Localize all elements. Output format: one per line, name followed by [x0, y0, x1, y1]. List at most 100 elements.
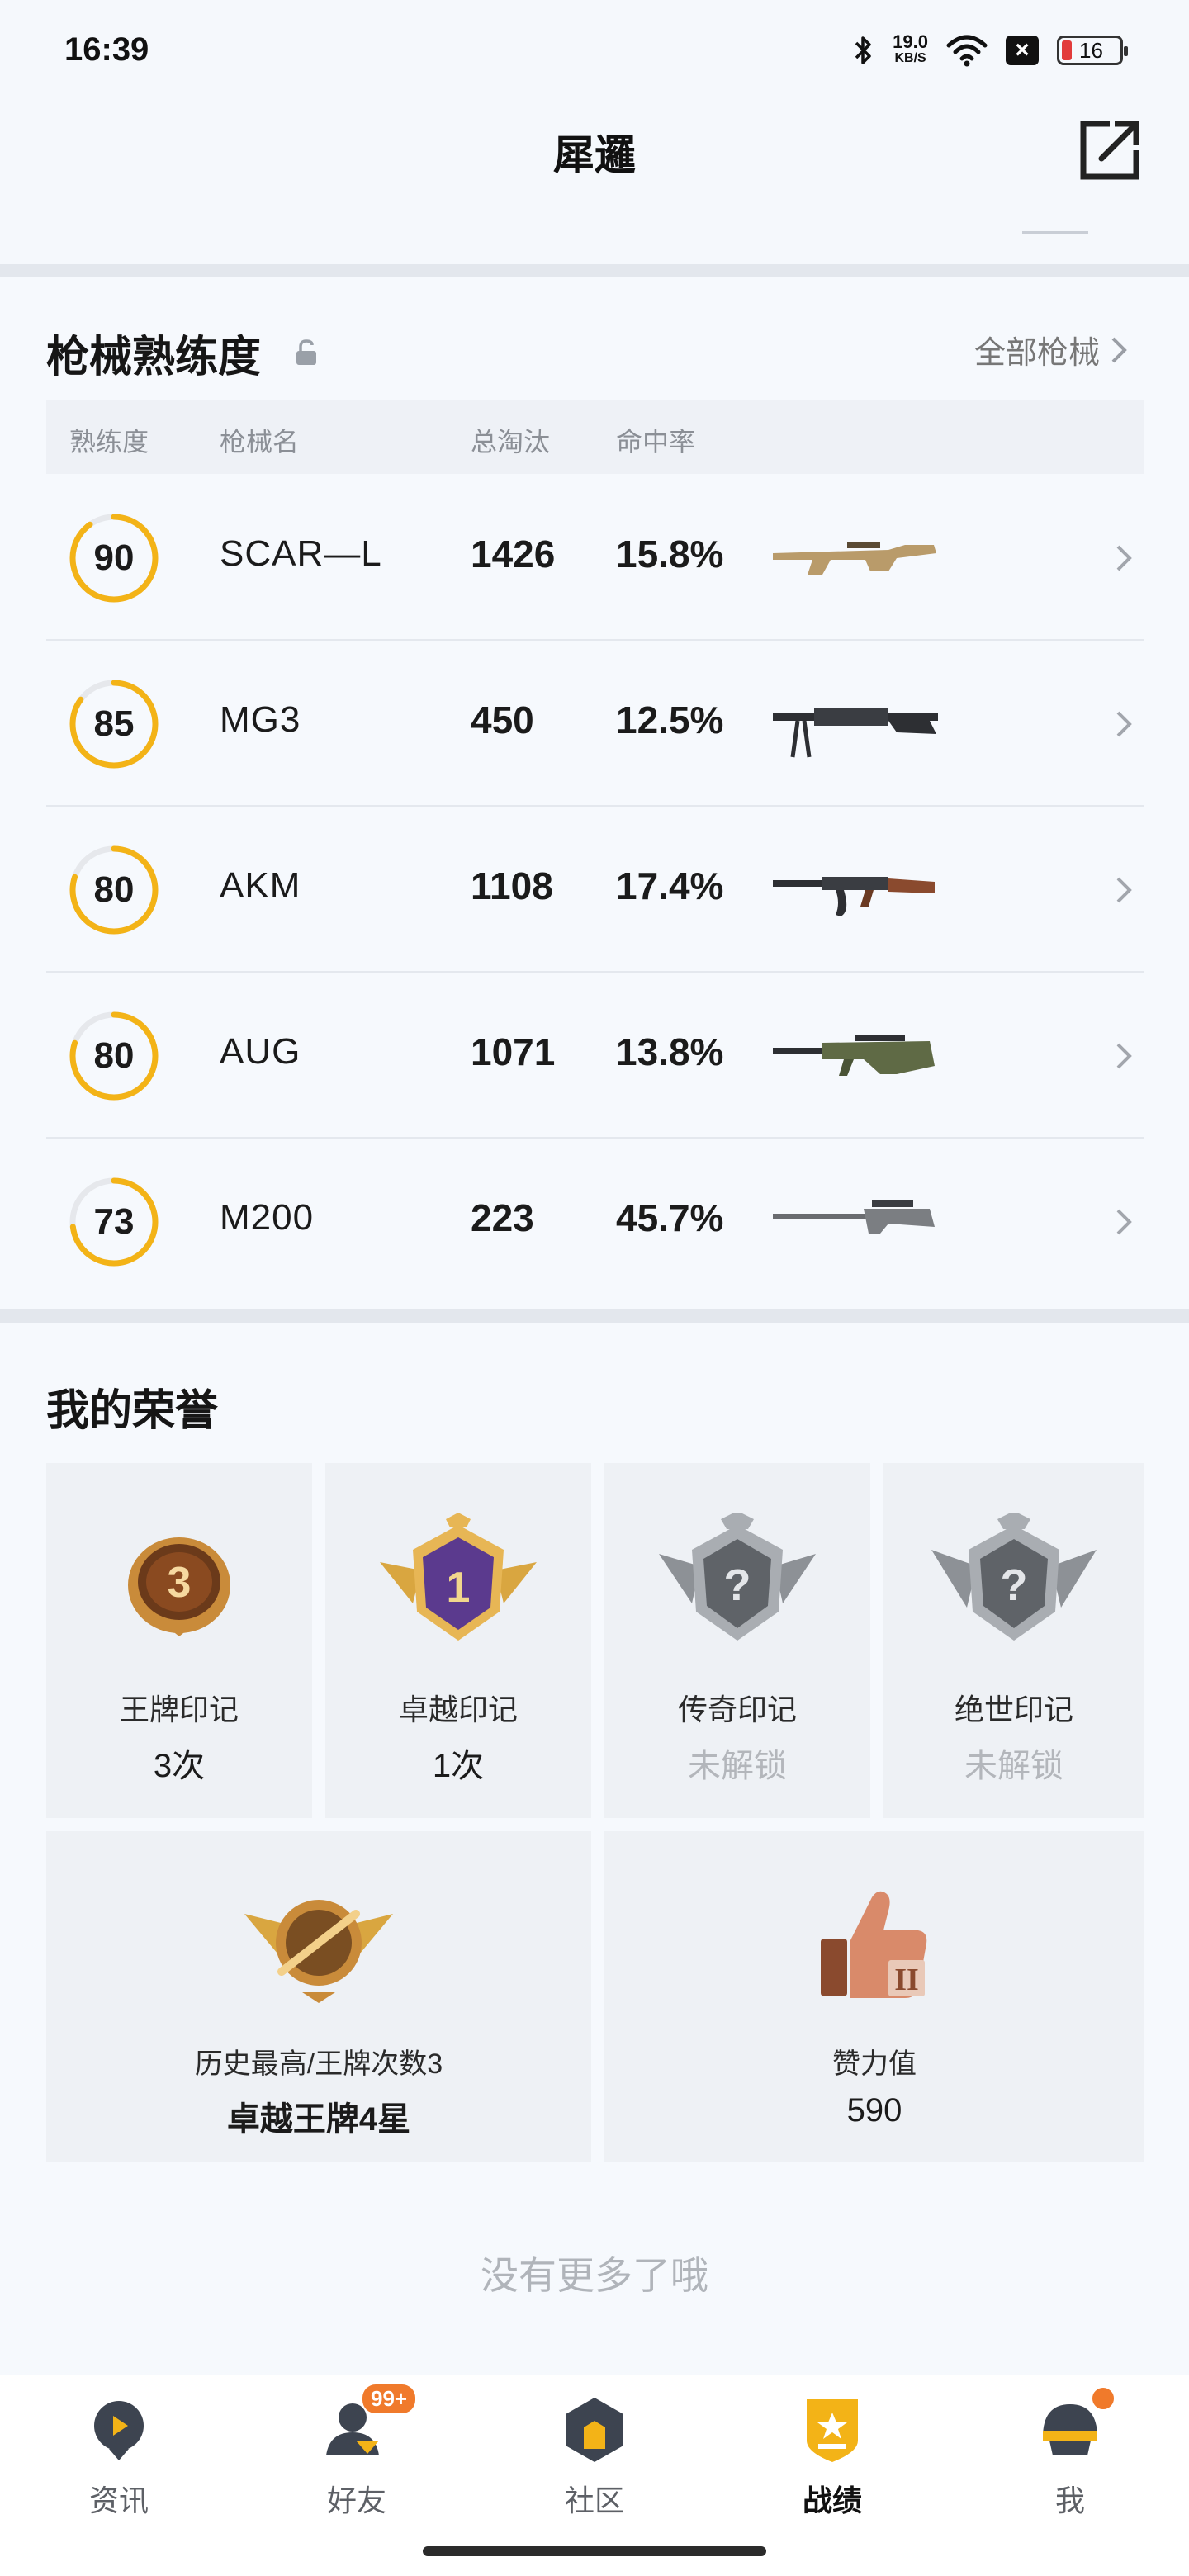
- chevron-right-icon: [1111, 337, 1127, 362]
- scar-l-rifle-icon: [773, 542, 936, 575]
- svg-text:3: 3: [168, 1559, 192, 1607]
- all-guns-label: 全部枪械: [973, 336, 1100, 371]
- friends-icon: 99+: [320, 2384, 416, 2465]
- bluetooth-icon: [855, 36, 871, 64]
- chevron-right-icon: [1116, 711, 1132, 737]
- profile-helmet-icon: [1033, 2384, 1117, 2465]
- gun-row[interactable]: 90 SCAR—L 1426 15.8%: [46, 476, 1144, 641]
- svg-text:?: ?: [724, 1560, 751, 1610]
- proficiency-value: 90: [93, 537, 135, 578]
- honor-tile-peerless[interactable]: ? 绝世印记 未解锁: [883, 1463, 1144, 1818]
- share-external-icon[interactable]: [1077, 117, 1143, 183]
- honor-value: 1次: [432, 1748, 485, 1784]
- divider: [0, 1309, 1189, 1323]
- gun-row[interactable]: 80 AUG 1071 13.8%: [46, 973, 1144, 1139]
- honor-tile-highest-rank[interactable]: 历史最高/王牌次数3 卓越王牌4星: [46, 1831, 591, 2162]
- total-kills: 450: [471, 698, 534, 741]
- wifi-icon: [946, 35, 988, 67]
- record-icon: [795, 2391, 869, 2465]
- chevron-right-icon: [1116, 1209, 1132, 1235]
- svg-text:1: 1: [447, 1564, 471, 1612]
- col-kills: 总淘汰: [471, 427, 551, 457]
- proficiency-ring: 80: [66, 1008, 162, 1104]
- honor-tile-ace[interactable]: 3 王牌印记 3次: [46, 1463, 312, 1818]
- nav-friends[interactable]: 99+ 好友: [274, 2384, 439, 2520]
- honor-label: 传奇印记: [677, 1693, 797, 1726]
- excellence-mark-badge-icon: 1: [380, 1513, 537, 1641]
- total-kills: 1426: [471, 533, 556, 575]
- nav-label: 战绩: [802, 2484, 862, 2517]
- notification-dot: [1089, 2384, 1117, 2413]
- honor-section: 我的荣誉 3 王牌印记 3次 1 卓越印记 1次 ? 传奇印记 未解锁 ? 绝世…: [0, 1323, 1189, 2375]
- net-speed-value: 19.0: [893, 31, 928, 52]
- gun-row[interactable]: 73 M200 223 45.7%: [46, 1139, 1144, 1305]
- nav-label: 社区: [564, 2484, 624, 2517]
- battery-icon: 16: [1057, 36, 1128, 65]
- gun-name: AKM: [220, 865, 301, 906]
- end-of-list-text: 没有更多了哦: [481, 2254, 708, 2297]
- honor-tile-legend[interactable]: ? 传奇印记 未解锁: [604, 1463, 870, 1818]
- total-kills: 1071: [471, 1030, 556, 1073]
- community-icon: [557, 2391, 632, 2465]
- nav-community[interactable]: 社区: [512, 2391, 677, 2520]
- nav-news[interactable]: 资讯: [36, 2391, 201, 2520]
- peerless-mark-badge-icon: ?: [931, 1513, 1097, 1641]
- honor-label: 历史最高/王牌次数3: [194, 2048, 443, 2080]
- proficiency-ring: 73: [66, 1174, 162, 1270]
- all-guns-link[interactable]: 全部枪械: [974, 327, 1130, 372]
- lock-icon: [296, 339, 316, 365]
- honor-value: 3次: [153, 1748, 206, 1784]
- status-bar: 16:39 19.0 KB/S × 16: [0, 0, 1189, 99]
- thumbs-up-badge-icon: II: [821, 1891, 927, 1998]
- table-header: 熟练度 枪械名 总淘汰 命中率: [46, 400, 1144, 474]
- honor-tile-likes[interactable]: II 赞力值 590: [604, 1831, 1144, 2162]
- col-gun-name: 枪械名: [220, 427, 300, 457]
- gun-row[interactable]: 85 MG3 450 12.5%: [46, 642, 1144, 807]
- accuracy-rate: 17.4%: [616, 864, 724, 907]
- m200-sniper-icon: [773, 1200, 935, 1234]
- chevron-right-icon: [1116, 877, 1132, 903]
- title-bar: 犀邏: [0, 99, 1189, 264]
- section-title-honor: 我的荣誉: [46, 1387, 219, 1435]
- honor-label: 王牌印记: [119, 1693, 239, 1726]
- nav-label: 我: [1054, 2484, 1085, 2517]
- col-proficiency: 熟练度: [69, 427, 149, 457]
- honor-value: 未解锁: [964, 1748, 1063, 1784]
- friends-badge: 99+: [362, 2384, 416, 2413]
- status-icons: 19.0 KB/S × 16: [853, 31, 1128, 68]
- aug-rifle-icon: [773, 1035, 935, 1076]
- proficiency-value: 80: [93, 1035, 135, 1076]
- news-icon: [82, 2391, 156, 2465]
- honor-tile-excellence[interactable]: 1 卓越印记 1次: [325, 1463, 591, 1818]
- honor-label: 卓越印记: [398, 1693, 518, 1726]
- close-box-icon: ×: [1006, 36, 1039, 65]
- home-indicator[interactable]: [423, 2546, 766, 2556]
- honor-value: 卓越王牌4星: [226, 2101, 411, 2138]
- proficiency-value: 85: [93, 703, 135, 744]
- status-time: 16:39: [64, 31, 149, 68]
- svg-text:?: ?: [1001, 1560, 1028, 1610]
- net-speed-unit: KB/S: [894, 51, 926, 65]
- net-speed: 19.0 KB/S: [893, 31, 928, 67]
- chevron-right-icon: [1116, 1043, 1132, 1069]
- battery-fill: [1062, 40, 1072, 60]
- akm-rifle-icon: [773, 877, 935, 916]
- gun-row[interactable]: 80 AKM 1108 17.4%: [46, 807, 1144, 973]
- nav-me[interactable]: 我: [988, 2384, 1153, 2520]
- legend-mark-badge-icon: ?: [659, 1513, 816, 1641]
- chevron-right-icon: [1116, 545, 1132, 571]
- accuracy-rate: 45.7%: [616, 1196, 724, 1239]
- total-kills: 223: [471, 1196, 534, 1239]
- divider: [0, 264, 1189, 277]
- gun-name: M200: [220, 1197, 315, 1238]
- proficiency-value: 73: [93, 1201, 135, 1242]
- nav-label: 好友: [326, 2484, 386, 2517]
- nav-label: 资讯: [88, 2484, 149, 2517]
- honor-label: 赞力值: [832, 2048, 917, 2080]
- section-title-gun: 枪械熟练度: [46, 334, 262, 381]
- nav-record[interactable]: 战绩: [750, 2391, 915, 2520]
- gun-name: SCAR—L: [220, 533, 382, 574]
- proficiency-value: 80: [93, 869, 135, 910]
- accuracy-rate: 12.5%: [616, 698, 724, 741]
- proficiency-ring: 85: [66, 676, 162, 772]
